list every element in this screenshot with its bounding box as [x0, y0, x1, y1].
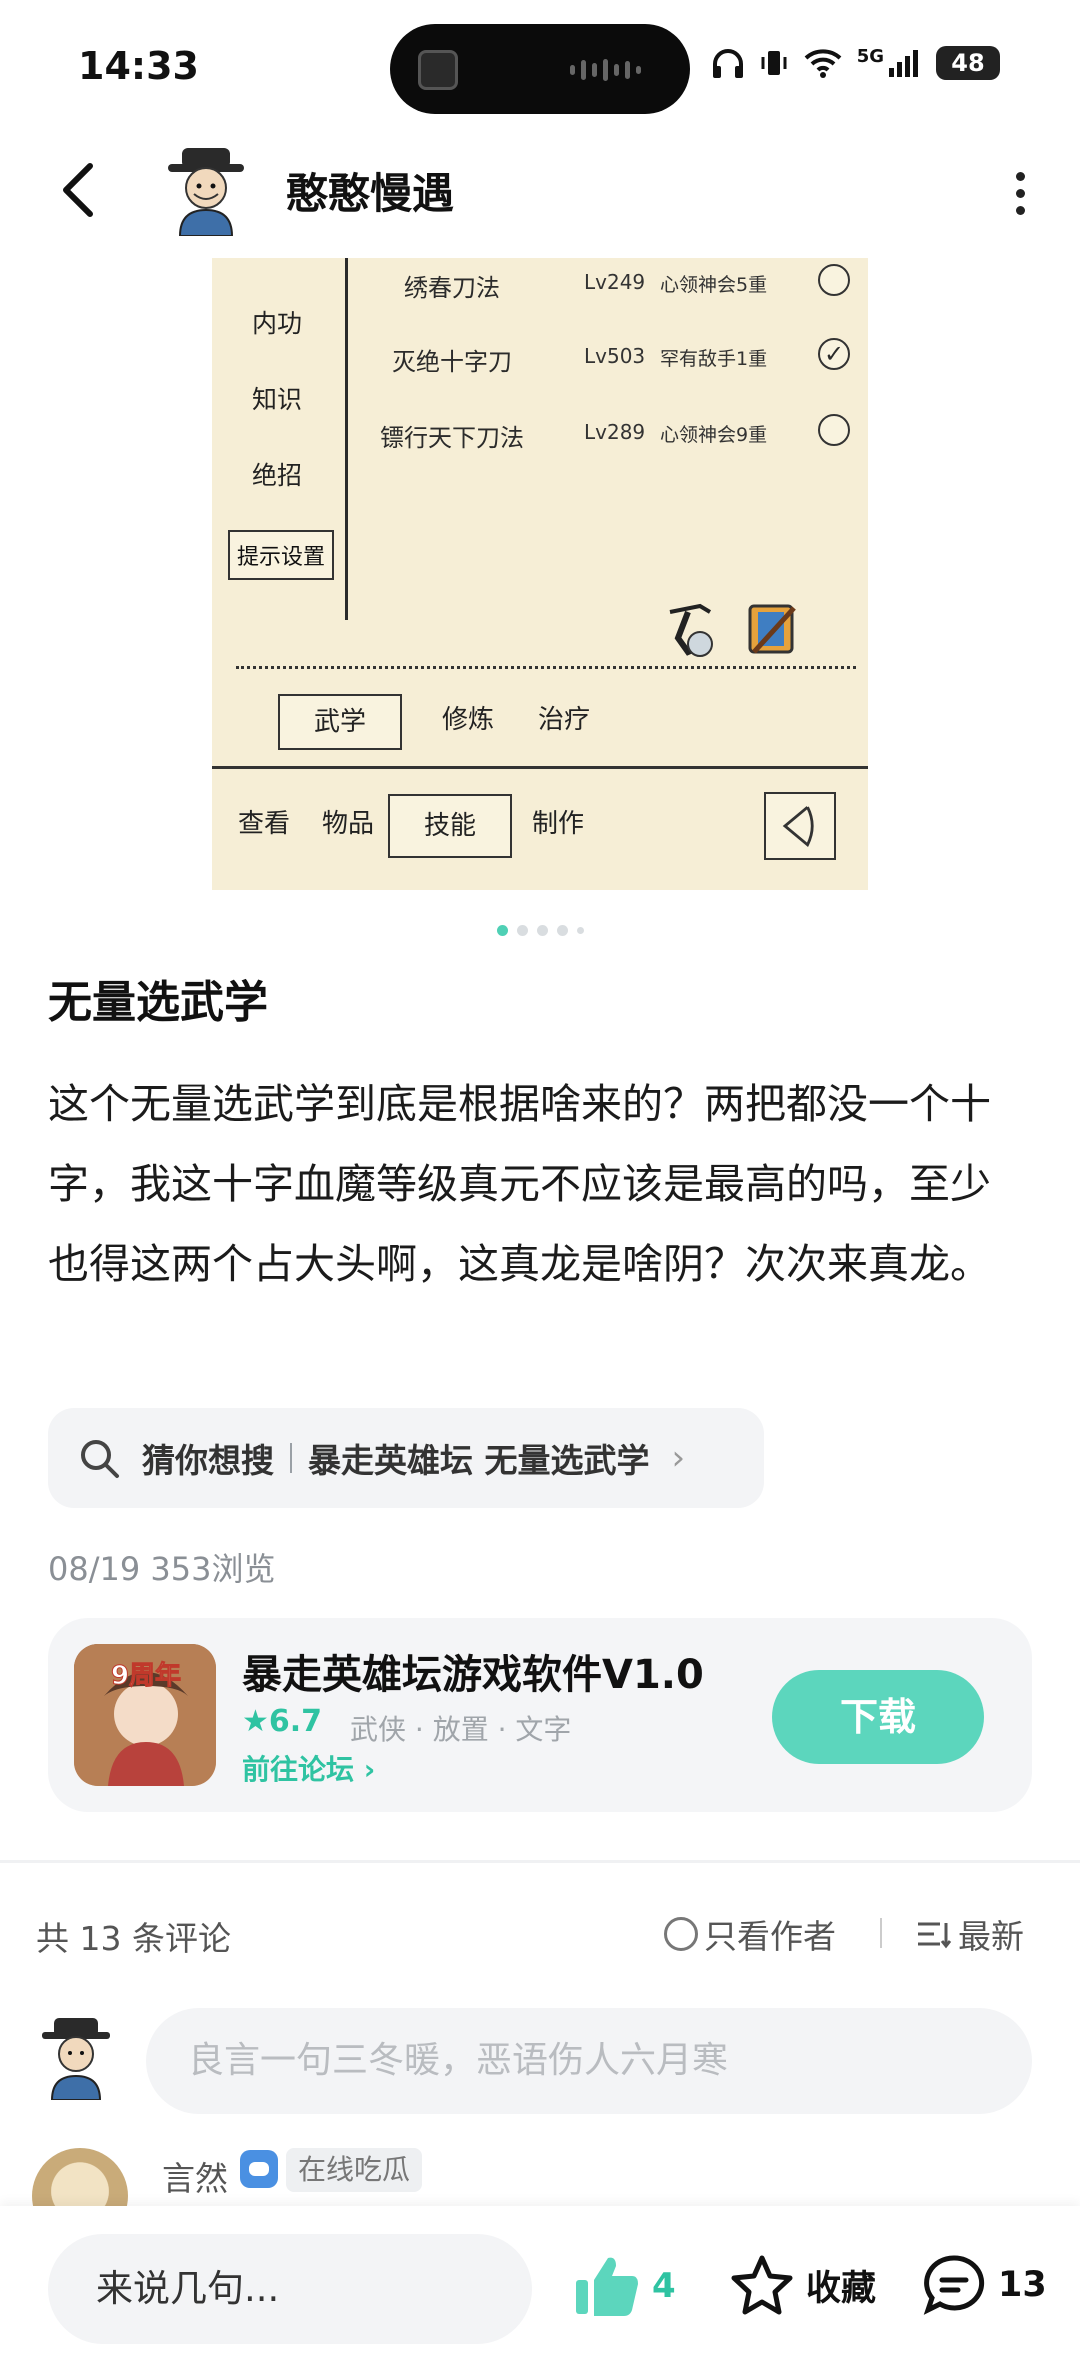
only-author-label: 只看作者 — [704, 1917, 836, 1956]
skill-level: Lv503 — [584, 344, 646, 368]
skill-mastery: 罕有敌手1重 — [660, 348, 768, 370]
search-icon — [81, 1440, 119, 1478]
skill-row: 绣春刀法 Lv249 心领神会5重 — [352, 258, 852, 308]
star-icon — [731, 2255, 793, 2315]
status-time: 14:33 — [78, 44, 199, 88]
separator — [290, 1443, 292, 1473]
battery-icon: 48 — [936, 46, 1000, 80]
comment-count: 共 13 条评论 — [36, 1919, 231, 1958]
skill-name: 绣春刀法 — [404, 274, 500, 302]
sort-icon — [918, 1922, 952, 1949]
game-back-icon — [764, 792, 836, 860]
skill-radio — [818, 264, 850, 296]
author-avatar[interactable] — [160, 144, 252, 236]
svg-text:9周年: 9周年 — [111, 1660, 181, 1691]
app-icon: 9周年 — [74, 1644, 216, 1786]
skill-level: Lv249 — [584, 270, 646, 294]
sort-toggle[interactable]: 最新 — [916, 1910, 1024, 1958]
comment-input[interactable]: 良言一句三冬暖，恶语伤人六月寒 — [146, 2008, 1032, 2114]
app-rating: ★6.7 — [242, 1704, 323, 1739]
comment-count-bottom: 13 — [998, 2265, 1047, 2305]
pager-dot — [496, 925, 508, 936]
scroll-book-icon — [748, 604, 796, 654]
pager-dot — [516, 925, 528, 936]
top-nav: 憨憨慢遇 — [0, 130, 1080, 250]
skill-radio — [818, 414, 850, 446]
hint-settings-button: 提示设置 — [228, 530, 334, 580]
skill-level: Lv289 — [584, 420, 646, 444]
commenter-tag: 在线吃瓜 — [286, 2148, 423, 2192]
skill-row: 镖行天下刀法 Lv289 心领神会9重 — [352, 408, 852, 458]
comments-button[interactable]: 13 — [922, 2254, 1047, 2316]
camera-icon — [418, 50, 458, 90]
dynamic-island — [390, 24, 690, 114]
like-button[interactable]: 4 — [574, 2254, 676, 2318]
signal-icon — [889, 50, 918, 77]
divider — [345, 258, 348, 620]
sub-tabs: 武学 修炼 治疗 — [212, 686, 868, 750]
post-image[interactable]: 内功 知识 绝招 提示设置 绣春刀法 Lv249 心领神会5重 灭绝十字刀 Lv… — [212, 258, 868, 890]
side-tab-neigong: 内功 — [251, 309, 302, 338]
radio-icon — [664, 1917, 698, 1951]
post-meta: 08/19 353浏览 — [48, 1550, 276, 1588]
page-title: 憨憨慢遇 — [286, 169, 455, 218]
search-prefix: 猜你想搜 — [142, 1441, 274, 1480]
skill-checkmark-icon: ✓ — [818, 338, 850, 370]
chevron-right-icon: › — [671, 1438, 686, 1478]
audio-wave-icon — [570, 58, 650, 82]
status-bar: 14:33 5G 48 — [0, 0, 1080, 130]
my-avatar — [42, 2018, 110, 2100]
side-tab-ultimate: 绝招 — [251, 461, 302, 490]
image-pager — [0, 925, 1080, 936]
section-divider — [0, 1860, 1080, 1863]
search-query: 暴走英雄坛 无量选武学 — [308, 1441, 650, 1480]
skill-mastery: 心领神会5重 — [660, 274, 768, 296]
comment-icon — [923, 2255, 985, 2315]
skill-name: 镖行天下刀法 — [380, 424, 524, 452]
more-options-icon[interactable] — [1008, 168, 1032, 215]
network-type: 5G — [856, 45, 884, 67]
post-body: 这个无量选武学到底是根据啥来的？两把都没一个十字，我这十字血魔等级真元不应该是最… — [48, 1080, 991, 1288]
skill-name: 灭绝十字刀 — [392, 348, 512, 376]
separator — [880, 1918, 882, 1948]
bottom-action-bar: 来说几句... 4 收藏 13 — [0, 2206, 1080, 2377]
side-tab-knowledge: 知识 — [251, 385, 302, 414]
download-button[interactable]: 下载 — [772, 1670, 984, 1764]
app-tags: 武侠 · 放置 · 文字 — [350, 1713, 572, 1746]
favorite-button[interactable]: 收藏 — [730, 2254, 876, 2316]
main-tab-craft: 制作 — [531, 809, 584, 839]
gamepad-badge-icon — [240, 2150, 278, 2188]
status-icons: 5G 48 — [711, 46, 1000, 80]
martial-figure-icon — [669, 603, 713, 657]
main-tab-skills: 技能 — [388, 794, 512, 858]
search-suggestion[interactable]: 猜你想搜 暴走英雄坛 无量选武学 › — [48, 1408, 764, 1508]
sub-tab-heal: 治疗 — [537, 705, 590, 735]
skill-mastery: 心领神会9重 — [660, 424, 768, 446]
pager-dot — [576, 927, 584, 934]
sort-label: 最新 — [958, 1917, 1024, 1956]
app-name: 暴走英雄坛游戏软件V1.0 — [242, 1652, 704, 1698]
sub-tab-martial: 武学 — [278, 694, 402, 750]
app-card[interactable]: 9周年 暴走英雄坛游戏软件V1.0 ★6.7 武侠 · 放置 · 文字 前往论坛… — [48, 1618, 1032, 1812]
thumbs-up-icon — [576, 2257, 638, 2316]
reply-input[interactable]: 来说几句... — [48, 2234, 532, 2344]
back-icon[interactable] — [52, 158, 108, 222]
pager-dot — [556, 925, 568, 936]
like-count: 4 — [652, 2266, 676, 2306]
pager-dot — [536, 925, 548, 936]
only-author-toggle[interactable]: 只看作者 — [664, 1910, 836, 1958]
commenter-name[interactable]: 言然 — [162, 2152, 228, 2200]
post-title: 无量选武学 — [48, 977, 268, 1028]
favorite-label: 收藏 — [806, 2268, 877, 2309]
wifi-icon — [804, 49, 842, 78]
dotted-divider — [236, 666, 856, 669]
forum-link[interactable]: 前往论坛 › — [242, 1748, 375, 1788]
vibrate-icon — [761, 51, 787, 75]
skill-row: 灭绝十字刀 Lv503 罕有敌手1重 ✓ — [352, 332, 852, 382]
divider — [212, 766, 868, 769]
headphones-icon — [712, 49, 743, 78]
